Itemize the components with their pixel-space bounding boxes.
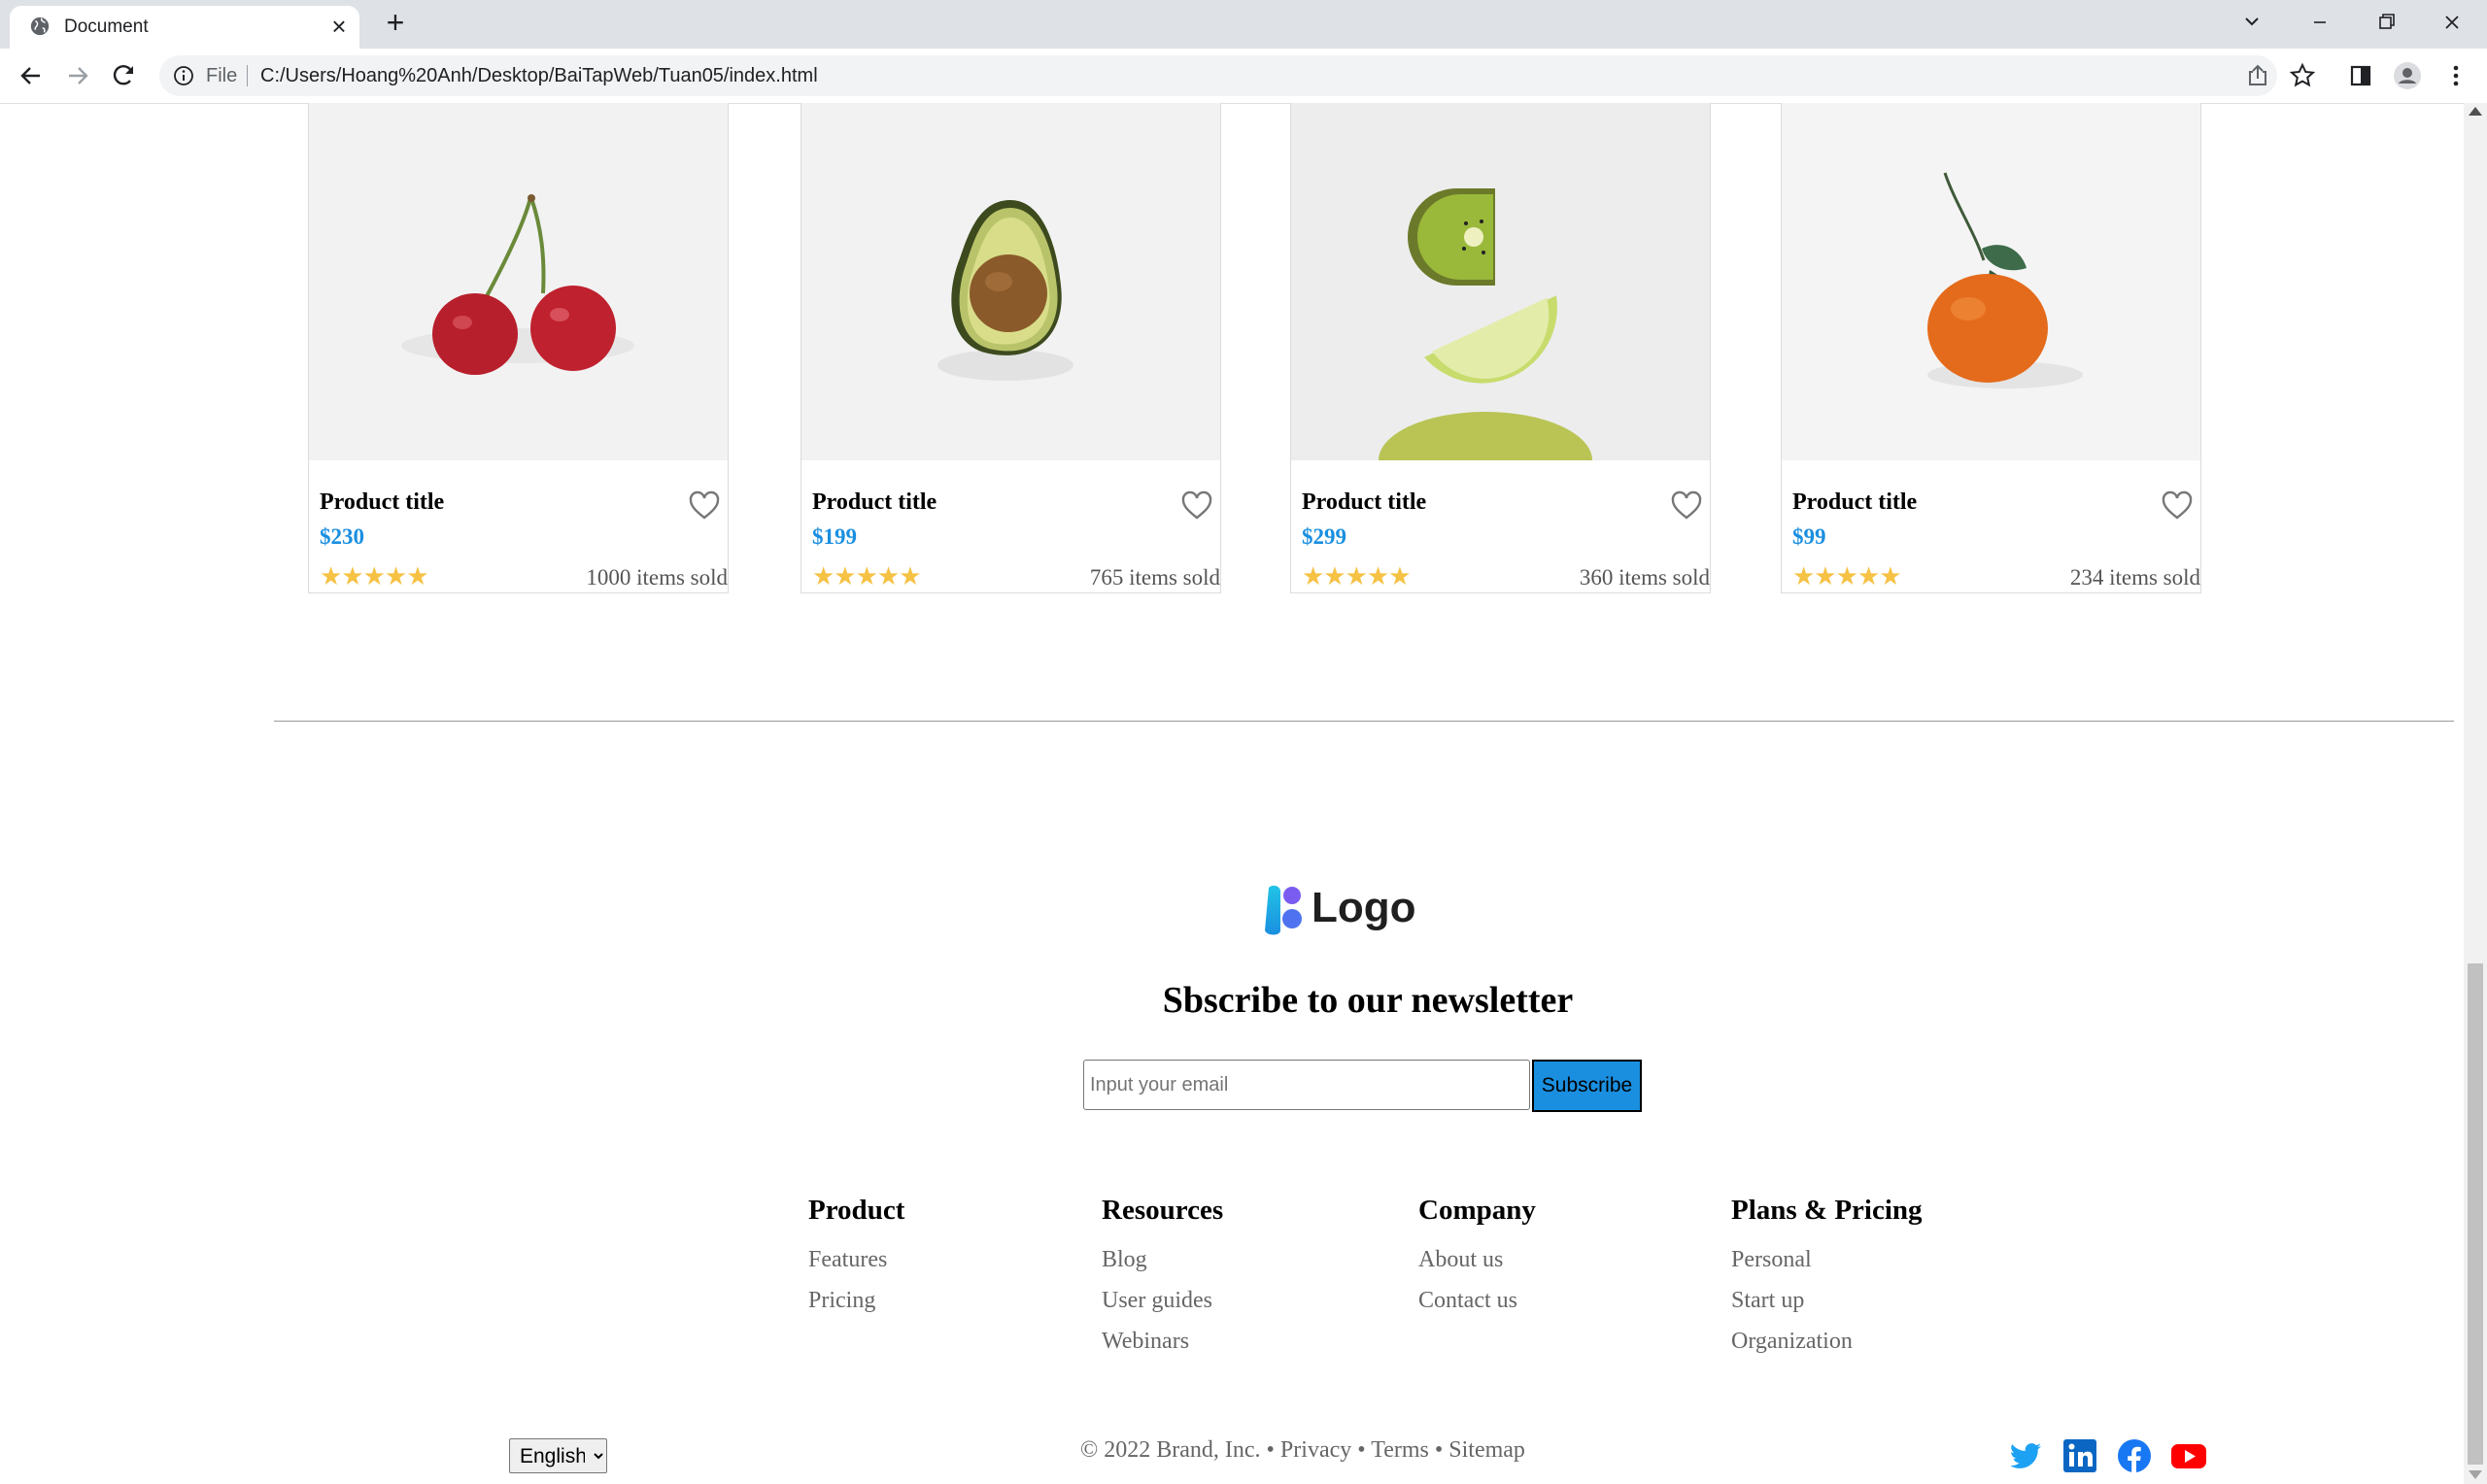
footer-link[interactable]: Contact us <box>1418 1287 1536 1314</box>
language-select[interactable]: English <box>509 1438 607 1473</box>
product-price: $230 <box>320 524 364 549</box>
footer-link[interactable]: Features <box>808 1246 904 1273</box>
footer-column-company: Company About us Contact us <box>1418 1195 1536 1328</box>
product-card[interactable]: Product title $99 ★★★★★ 234 items sold <box>1781 103 2201 593</box>
product-price: $199 <box>812 524 857 549</box>
product-image-avocado[interactable] <box>801 103 1220 460</box>
footer-link[interactable]: Personal <box>1731 1246 1923 1273</box>
product-card[interactable]: Product title $299 ★★★★★ 360 items sold <box>1290 103 1711 593</box>
items-sold: 1000 items sold <box>586 565 728 590</box>
globe-icon <box>30 17 50 36</box>
minimize-icon[interactable] <box>2302 8 2337 37</box>
product-image-tangerine[interactable] <box>1782 103 2200 460</box>
product-card[interactable]: Product title $230 ★★★★★ 1000 items sold <box>308 103 729 593</box>
facebook-icon[interactable] <box>2116 1437 2153 1474</box>
email-input[interactable] <box>1083 1060 1530 1110</box>
close-window-icon[interactable] <box>2435 8 2470 37</box>
product-image-kiwi-lime[interactable] <box>1291 103 1710 460</box>
footer-link[interactable]: Organization <box>1731 1328 1923 1355</box>
product-image-cherries[interactable] <box>309 103 728 460</box>
product-card[interactable]: Product title $199 ★★★★★ 765 items sold <box>801 103 1221 593</box>
logo-text: Logo <box>1312 884 1416 931</box>
tab-title: Document <box>64 17 149 37</box>
twitter-icon[interactable] <box>2007 1437 2044 1474</box>
star-rating: ★★★★★ <box>1302 562 1412 590</box>
subscribe-button[interactable]: Subscribe <box>1532 1060 1642 1112</box>
scroll-thumb[interactable] <box>2468 963 2483 1465</box>
items-sold: 234 items sold <box>2069 565 2200 590</box>
footer-column-product: Product Features Pricing <box>808 1195 904 1328</box>
side-panel-icon[interactable] <box>2345 60 2376 91</box>
product-title[interactable]: Product title <box>1302 489 1426 516</box>
address-bar[interactable]: File C:/Users/Hoang%20Anh/Desktop/BaiTap… <box>159 55 2277 96</box>
product-price: $99 <box>1792 524 1826 549</box>
footer-link[interactable]: Start up <box>1731 1287 1923 1314</box>
footer-column-plans-pricing: Plans & Pricing Personal Start up Organi… <box>1731 1195 1923 1368</box>
omnibox-separator <box>247 65 248 86</box>
page-scrollbar[interactable] <box>2464 103 2487 1484</box>
heart-icon[interactable] <box>1180 489 1213 521</box>
product-title[interactable]: Product title <box>320 489 444 516</box>
url-scheme-label: File <box>206 65 238 86</box>
logo-mark-icon <box>1265 885 1302 935</box>
star-rating: ★★★★★ <box>812 562 922 590</box>
product-title[interactable]: Product title <box>812 489 937 516</box>
share-icon[interactable] <box>2242 60 2273 91</box>
items-sold: 765 items sold <box>1089 565 1220 590</box>
forward-arrow-icon[interactable] <box>62 60 93 91</box>
heart-icon[interactable] <box>2161 489 2194 521</box>
product-price: $299 <box>1302 524 1346 549</box>
legal-text: © 2022 Brand, Inc. • Privacy • Terms • S… <box>1080 1437 1525 1463</box>
items-sold: 360 items sold <box>1579 565 1710 590</box>
product-title[interactable]: Product title <box>1792 489 1917 516</box>
kebab-menu-icon[interactable] <box>2440 60 2471 91</box>
heart-icon[interactable] <box>688 489 721 521</box>
new-tab-button[interactable]: + <box>381 7 410 38</box>
footer-link[interactable]: About us <box>1418 1246 1536 1273</box>
bookmark-star-icon[interactable] <box>2287 60 2318 91</box>
youtube-icon[interactable] <box>2170 1437 2207 1474</box>
footer-column-heading: Company <box>1418 1195 1536 1226</box>
heart-icon[interactable] <box>1670 489 1703 521</box>
browser-tab[interactable]: Document × <box>10 6 359 49</box>
close-tab-icon[interactable]: × <box>326 14 352 39</box>
url-text[interactable]: C:/Users/Hoang%20Anh/Desktop/BaiTapWeb/T… <box>260 65 818 87</box>
reload-icon[interactable] <box>109 60 140 91</box>
section-divider <box>274 721 2454 722</box>
star-rating: ★★★★★ <box>320 562 429 590</box>
footer-column-heading: Plans & Pricing <box>1731 1195 1923 1226</box>
info-icon[interactable] <box>173 65 194 86</box>
profile-avatar-icon[interactable] <box>2392 60 2423 91</box>
footer-link[interactable]: User guides <box>1102 1287 1223 1314</box>
tab-search-icon[interactable] <box>2234 8 2269 37</box>
tab-strip: Document × + <box>0 0 2487 49</box>
back-arrow-icon[interactable] <box>16 60 47 91</box>
footer-link[interactable]: Pricing <box>808 1287 904 1314</box>
footer-column-resources: Resources Blog User guides Webinars <box>1102 1195 1223 1368</box>
star-rating: ★★★★★ <box>1792 562 1902 590</box>
footer-column-heading: Resources <box>1102 1195 1224 1226</box>
browser-toolbar: File C:/Users/Hoang%20Anh/Desktop/BaiTap… <box>0 49 2487 104</box>
footer-column-heading: Product <box>808 1195 905 1226</box>
scroll-up-arrow-icon[interactable] <box>2469 107 2482 116</box>
scroll-down-arrow-icon[interactable] <box>2469 1470 2482 1479</box>
newsletter-title: Sbscribe to our newsletter <box>1162 980 1574 1021</box>
linkedin-icon[interactable] <box>2061 1437 2098 1474</box>
footer-link[interactable]: Webinars <box>1102 1328 1223 1355</box>
restore-icon[interactable] <box>2368 8 2403 37</box>
footer-link[interactable]: Blog <box>1102 1246 1223 1273</box>
